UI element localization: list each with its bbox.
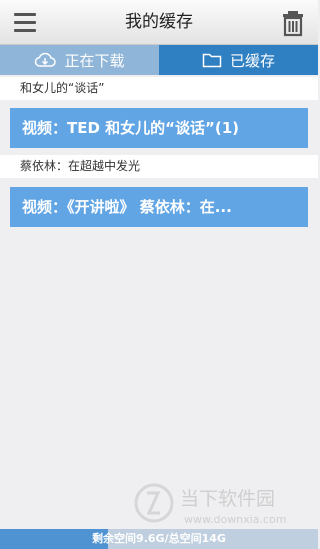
tab-cached[interactable]: 已缓存: [159, 45, 318, 75]
trash-icon[interactable]: [279, 9, 307, 37]
top-bar: 我的缓存: [0, 0, 318, 45]
storage-bar: 剩余空间9.6G/总空间14G: [0, 529, 318, 549]
video-item[interactable]: 视频：TED 和女儿的“谈话”(1): [10, 108, 308, 148]
watermark-url: www.downxia.com: [184, 513, 286, 526]
group-header: 蔡依林：在超越中发光: [0, 155, 318, 178]
video-item[interactable]: 视频：《开讲啦》 蔡依林：在...: [10, 187, 308, 227]
storage-text: 剩余空间9.6G/总空间14G: [92, 532, 226, 545]
group-header: 和女儿的“谈话”: [0, 77, 318, 100]
watermark-brand: 当下软件园: [180, 488, 275, 510]
folder-icon: [202, 53, 222, 68]
tab-downloading[interactable]: 正在下载: [0, 45, 159, 75]
tab-bar: 正在下载 已缓存: [0, 45, 318, 75]
tab-downloading-label: 正在下载: [64, 51, 125, 70]
tab-cached-label: 已缓存: [229, 51, 275, 70]
watermark-logo: 当下软件园 www.downxia.com: [134, 481, 318, 529]
cloud-download-icon: [35, 52, 57, 67]
page-title: 我的缓存: [125, 12, 193, 32]
